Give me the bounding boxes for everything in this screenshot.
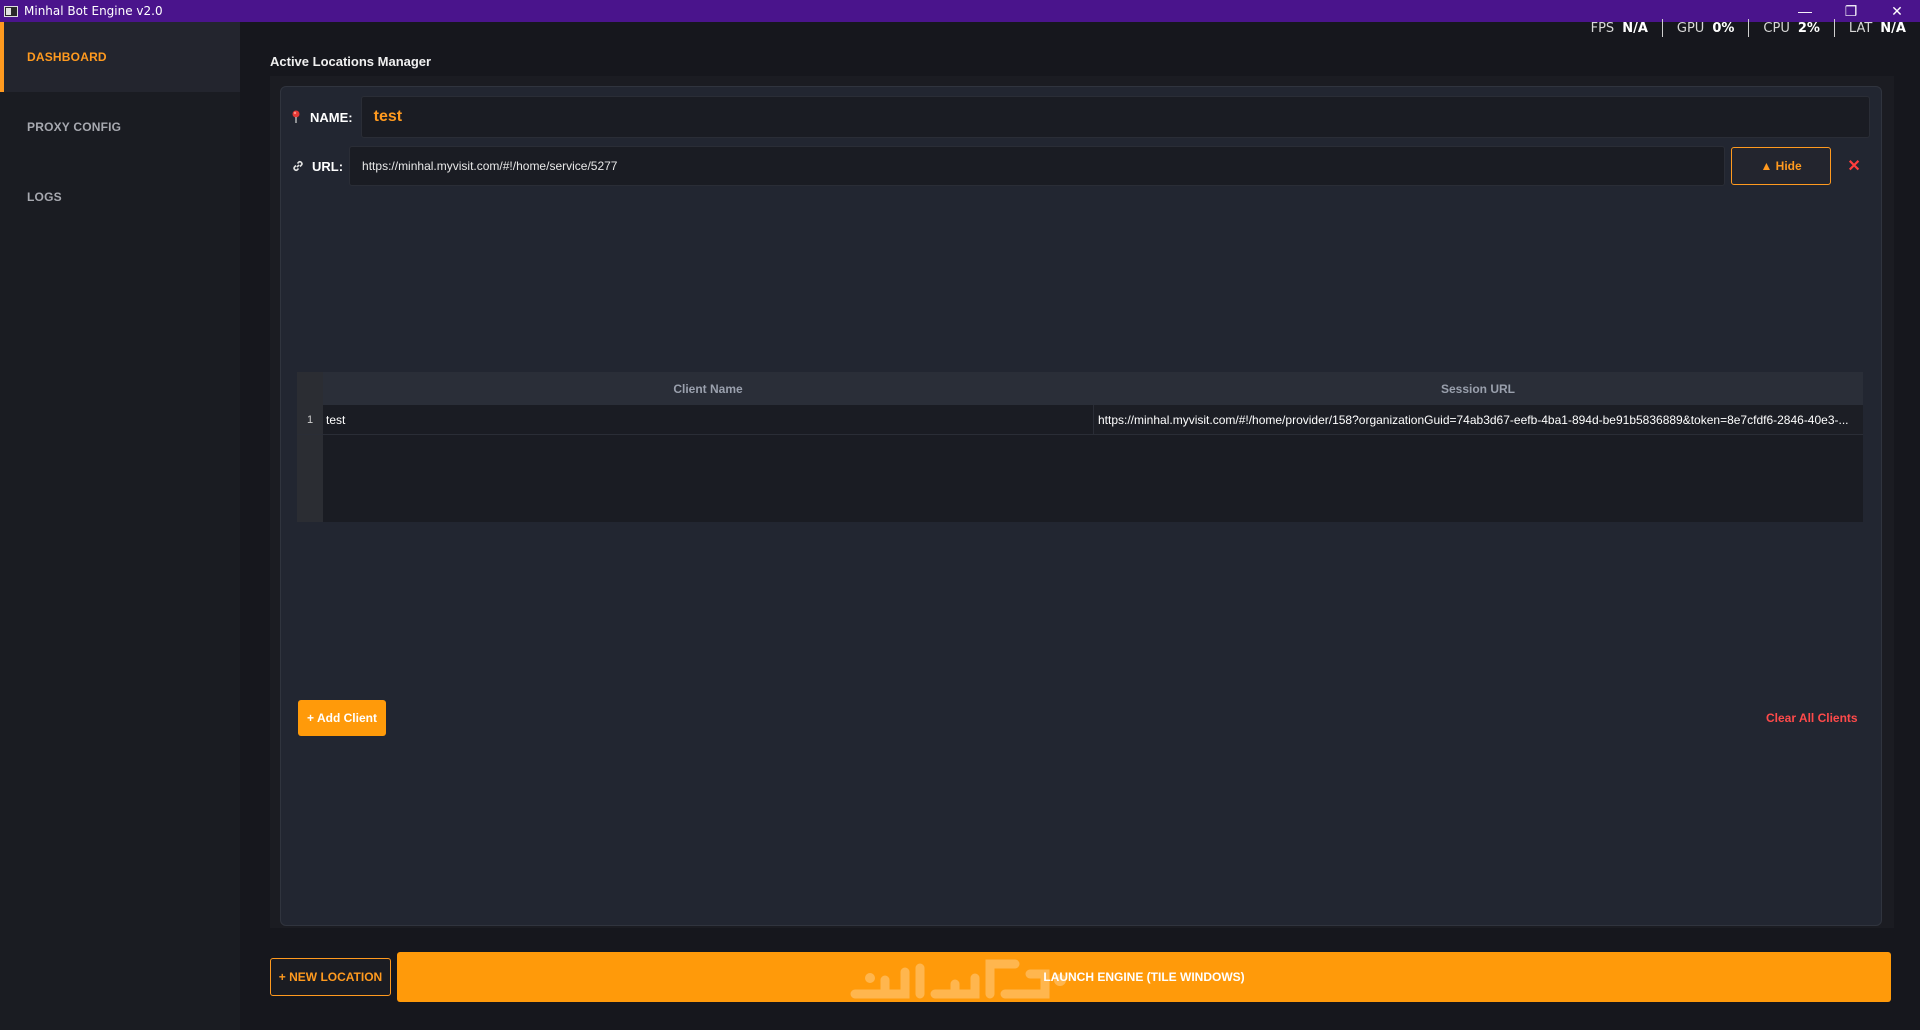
metric-gpu: GPU 0% bbox=[1663, 19, 1750, 37]
sidebar-item-dashboard[interactable]: DASHBOARD bbox=[0, 22, 240, 92]
section-title: Active Locations Manager bbox=[270, 54, 432, 69]
cell-client-name[interactable]: test bbox=[323, 405, 1093, 434]
link-icon bbox=[290, 159, 306, 173]
sidebar-item-proxy-config[interactable]: PROXY CONFIG bbox=[0, 92, 240, 162]
metric-value: 0% bbox=[1712, 20, 1735, 36]
clear-all-clients-button[interactable]: Clear All Clients bbox=[1766, 708, 1858, 728]
url-label: URL: bbox=[312, 158, 344, 174]
column-header-session-url[interactable]: Session URL bbox=[1093, 372, 1863, 405]
add-client-button[interactable]: + Add Client bbox=[298, 700, 386, 736]
cell-session-url[interactable]: https://minhal.myvisit.com/#!/home/provi… bbox=[1093, 405, 1863, 434]
location-name-row: NAME: test bbox=[290, 96, 1870, 138]
column-header-client-name[interactable]: Client Name bbox=[323, 372, 1093, 405]
hide-button[interactable]: ▲ Hide bbox=[1731, 147, 1832, 185]
table-row-header-column bbox=[297, 372, 323, 522]
metric-label: GPU bbox=[1676, 20, 1705, 36]
row-number: 1 bbox=[297, 405, 323, 434]
watermark-logo bbox=[850, 959, 1066, 999]
window-title: Minhal Bot Engine v2.0 bbox=[24, 4, 163, 18]
metric-label: LAT bbox=[1848, 20, 1873, 36]
remove-location-icon[interactable]: ✕ bbox=[1843, 155, 1865, 177]
sidebar-item-logs[interactable]: LOGS bbox=[0, 162, 240, 232]
name-label: NAME: bbox=[310, 109, 353, 125]
table-row[interactable]: 1 test https://minhal.myvisit.com/#!/hom… bbox=[297, 405, 1863, 435]
sidebar: DASHBOARD PROXY CONFIG LOGS bbox=[0, 22, 240, 1030]
clients-table: Client Name Session URL 1 test https://m… bbox=[297, 372, 1863, 522]
location-url-input[interactable]: https://minhal.myvisit.com/#!/home/servi… bbox=[349, 146, 1726, 186]
metric-label: CPU bbox=[1763, 20, 1790, 36]
table-header: Client Name Session URL bbox=[323, 372, 1863, 405]
metric-value: N/A bbox=[1622, 20, 1648, 36]
metric-fps: FPS N/A bbox=[1577, 19, 1663, 37]
metric-label: FPS bbox=[1590, 20, 1615, 36]
location-url-row: URL: https://minhal.myvisit.com/#!/home/… bbox=[290, 146, 1870, 186]
metric-value: 2% bbox=[1797, 20, 1820, 36]
location-name-input[interactable]: test bbox=[360, 96, 1870, 138]
new-location-button[interactable]: + NEW LOCATION bbox=[270, 958, 391, 996]
pin-icon bbox=[290, 110, 302, 124]
metric-lat: LAT N/A bbox=[1835, 19, 1906, 37]
metric-value: N/A bbox=[1880, 20, 1906, 36]
launch-engine-button[interactable]: LAUNCH ENGINE (TILE WINDOWS) bbox=[397, 952, 1891, 1002]
metric-cpu: CPU 2% bbox=[1749, 19, 1835, 37]
performance-metrics: FPS N/A GPU 0% CPU 2% LAT N/A bbox=[1577, 18, 1906, 38]
app-icon bbox=[4, 5, 18, 17]
